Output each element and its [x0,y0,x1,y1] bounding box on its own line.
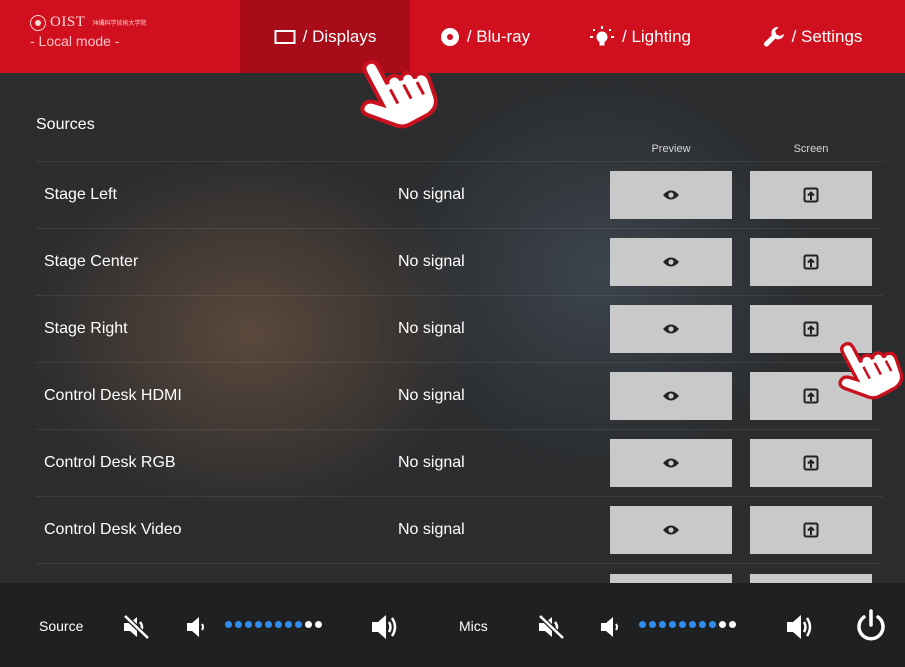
source-row: Stage Left No signal [36,161,883,228]
sources-panel: Sources Preview Screen Stage Left No sig… [0,73,905,583]
volume-level-dot [669,621,676,628]
preview-button[interactable] [610,305,732,353]
brand-block: OIST 沖縄科学技術大学院 - Local mode - [0,0,240,73]
source-mute-icon[interactable] [122,614,150,640]
volume-level-dot [315,621,322,628]
audio-control-bar: Source Mics [0,583,905,667]
source-name: Stage Right [44,320,128,337]
sources-title: Sources [36,116,95,133]
source-status: No signal [398,320,465,337]
source-volume-slider[interactable] [225,621,322,628]
mics-volume-label: Mics [459,618,488,634]
eye-icon [663,257,679,267]
screen-share-icon [803,455,819,471]
hand-pointer-icon [838,341,904,400]
source-row: Control Desk Video No signal [36,496,883,563]
tab-settings[interactable]: / Settings [720,0,905,73]
source-row: Control Desk HDMI No signal [36,362,883,429]
hand-pointer-icon [360,59,438,129]
brand-name: OIST [50,14,86,30]
volume-level-dot [295,621,302,628]
preview-button[interactable] [610,506,732,554]
screen-share-icon [803,321,819,337]
tab-lighting[interactable]: / Lighting [560,0,720,73]
source-volume-down-icon[interactable] [186,615,206,639]
preview-column-header: Preview [651,143,691,155]
volume-level-dot [689,621,696,628]
source-volume-up-icon[interactable] [371,613,401,641]
volume-level-dot [719,621,726,628]
mics-mute-icon[interactable] [537,614,565,640]
eye-icon [663,324,679,334]
preview-button[interactable] [610,574,732,583]
source-status: No signal [398,454,465,471]
lightbulb-icon [590,25,614,45]
preview-button[interactable] [610,171,732,219]
source-row-partial [36,563,883,583]
top-nav-bar: OIST 沖縄科学技術大学院 - Local mode - / Displays… [0,0,905,73]
screen-share-icon [803,187,819,203]
brand-logo: OIST 沖縄科学技術大学院 [30,14,240,31]
power-icon[interactable] [855,609,887,643]
source-name: Control Desk RGB [44,454,176,471]
tab-lighting-label: / Lighting [622,26,691,46]
screen-button[interactable] [750,439,872,487]
display-icon [274,29,296,44]
screen-button[interactable] [750,574,872,583]
source-row: Stage Right No signal [36,295,883,362]
eye-icon [663,391,679,401]
disc-icon [440,27,459,46]
eye-icon [663,525,679,535]
tab-settings-label: / Settings [791,26,863,46]
mode-label: - Local mode - [30,33,120,49]
volume-level-dot [265,621,272,628]
screen-share-icon [803,522,819,538]
preview-button[interactable] [610,238,732,286]
screen-column-header: Screen [793,143,829,155]
volume-level-dot [305,621,312,628]
volume-level-dot [649,621,656,628]
screen-share-icon [803,388,819,404]
tab-displays-label: / Displays [302,26,377,46]
eye-icon [663,190,679,200]
screen-button[interactable] [750,238,872,286]
volume-level-dot [275,621,282,628]
eye-icon [663,458,679,468]
source-status: No signal [398,387,465,404]
volume-level-dot [659,621,666,628]
volume-level-dot [709,621,716,628]
source-status: No signal [398,521,465,538]
source-name: Control Desk HDMI [44,387,182,404]
mics-volume-down-icon[interactable] [600,615,620,639]
source-list: Stage Left No signal Stage Center No sig… [36,161,883,583]
screen-button[interactable] [750,171,872,219]
volume-level-dot [245,621,252,628]
source-status: No signal [398,186,465,203]
source-row: Control Desk RGB No signal [36,429,883,496]
source-name: Stage Center [44,253,139,270]
mics-volume-slider[interactable] [639,621,736,628]
volume-level-dot [235,621,242,628]
source-name: Control Desk Video [44,521,182,538]
volume-level-dot [225,621,232,628]
volume-level-dot [285,621,292,628]
preview-button[interactable] [610,372,732,420]
volume-level-dot [699,621,706,628]
source-volume-label: Source [39,618,84,634]
volume-level-dot [679,621,686,628]
source-status: No signal [398,253,465,270]
volume-level-dot [729,621,736,628]
source-name: Stage Left [44,186,117,203]
wrench-icon [763,26,784,46]
volume-level-dot [255,621,262,628]
screen-share-icon [803,254,819,270]
mics-volume-up-icon[interactable] [786,613,816,641]
preview-button[interactable] [610,439,732,487]
tab-bluray-label: / Blu-ray [466,26,531,46]
oist-seal-icon [30,14,46,31]
brand-subtitle: 沖縄科学技術大学院 [92,21,147,27]
source-row: Stage Center No signal [36,228,883,295]
volume-level-dot [639,621,646,628]
screen-button[interactable] [750,506,872,554]
